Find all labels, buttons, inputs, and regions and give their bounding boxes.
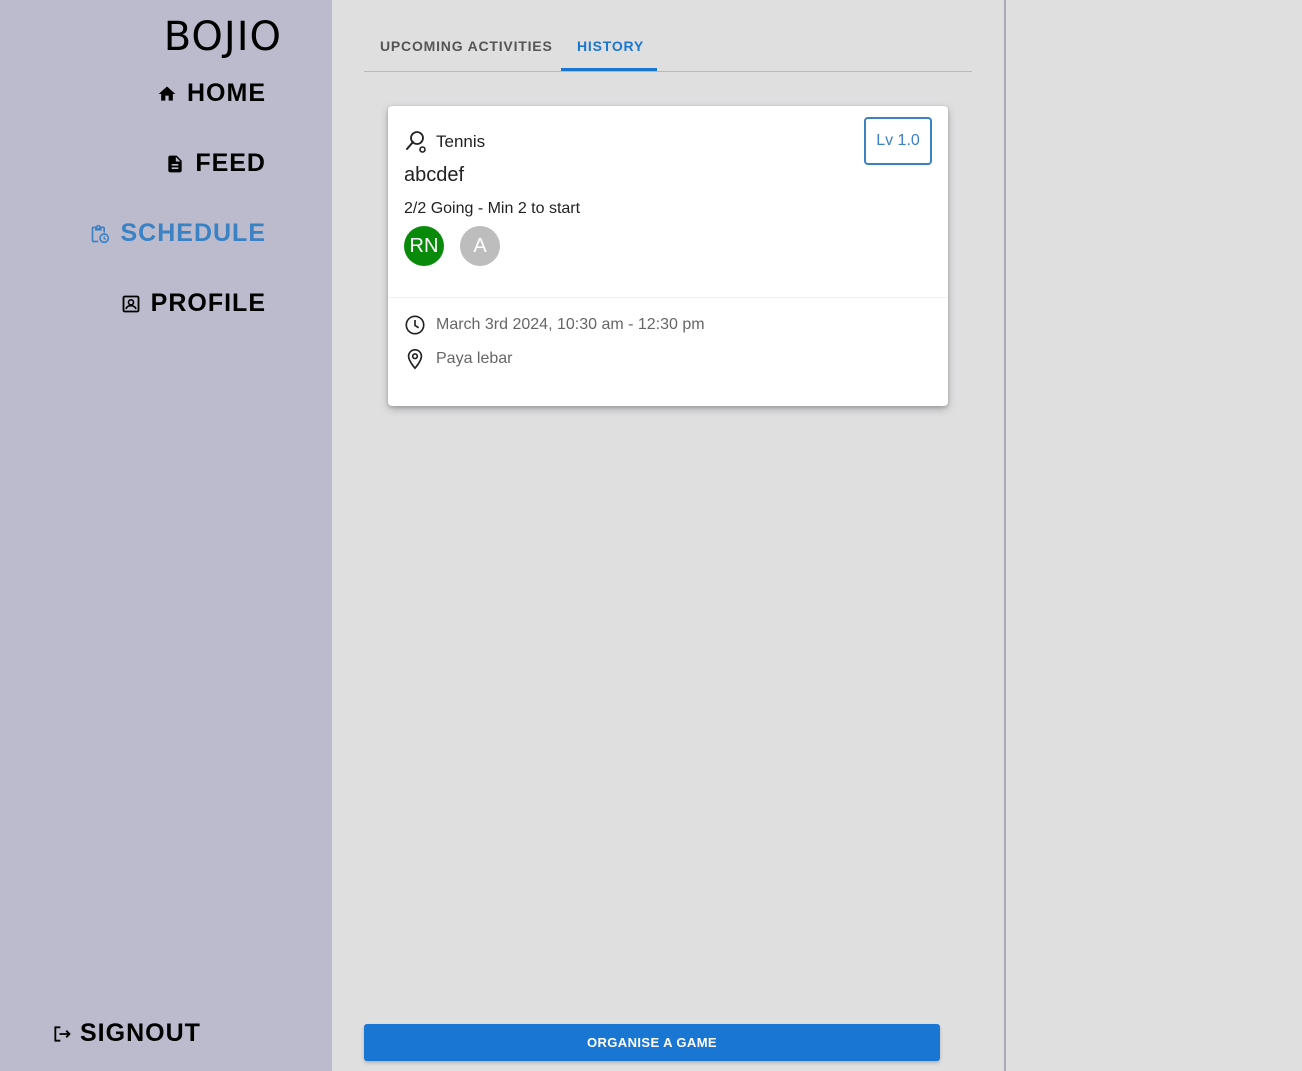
sidebar-item-schedule[interactable]: SCHEDULE [90,219,266,248]
participant-avatars: RN A [404,226,500,266]
sport-name: Tennis [436,132,486,151]
going-status: 2/2 Going - Min 2 to start [404,200,581,217]
avatar[interactable]: RN [404,226,444,266]
signout-button[interactable]: SIGNOUT [52,1019,201,1048]
location-row: Paya lebar [404,348,513,370]
schedule-clipboard-icon [92,224,110,243]
logout-icon [54,1025,71,1042]
tab-indicator [561,68,657,71]
signout-label: SIGNOUT [80,1019,201,1047]
sidebar-item-feed[interactable]: FEED [165,149,266,178]
sidebar-item-label: SCHEDULE [120,219,266,247]
avatar[interactable]: A [460,226,500,266]
activity-location: Paya lebar [436,350,513,367]
tab-upcoming-activities[interactable]: UPCOMING ACTIVITIES [380,38,553,54]
sidebar-item-profile[interactable]: PROFILE [121,289,266,318]
activity-datetime: March 3rd 2024, 10:30 am - 12:30 pm [436,316,705,333]
organise-game-button[interactable]: ORGANISE A GAME [364,1024,940,1061]
profile-icon [122,295,140,312]
sidebar-item-label: HOME [187,79,266,107]
home-icon [158,86,176,101]
brand-logo: BOJIO [163,14,282,60]
racket-icon [406,131,426,153]
main-content: UPCOMING ACTIVITIES HISTORY Tennis Lv 1.… [332,0,1004,1071]
level-badge: Lv 1.0 [864,117,932,165]
right-pane [1006,0,1302,1071]
sidebar-item-label: PROFILE [150,289,266,317]
tab-history[interactable]: HISTORY [577,38,644,54]
sidebar-item-label: FEED [195,149,266,177]
location-pin-icon [407,349,423,370]
datetime-row: March 3rd 2024, 10:30 am - 12:30 pm [404,314,705,336]
card-divider [388,297,948,298]
sidebar-item-home[interactable]: HOME [157,79,266,108]
tab-bar: UPCOMING ACTIVITIES HISTORY [364,0,972,72]
sport-row: Tennis [404,130,485,154]
activity-title: abcdef [404,164,465,186]
activity-card[interactable]: Tennis Lv 1.0 abcdef 2/2 Going - Min 2 t… [388,106,948,406]
sidebar: BOJIO HOME FEED SCHEDULE PROFILE SIGNOUT [0,0,332,1071]
article-icon [168,155,182,172]
clock-icon [405,315,425,335]
